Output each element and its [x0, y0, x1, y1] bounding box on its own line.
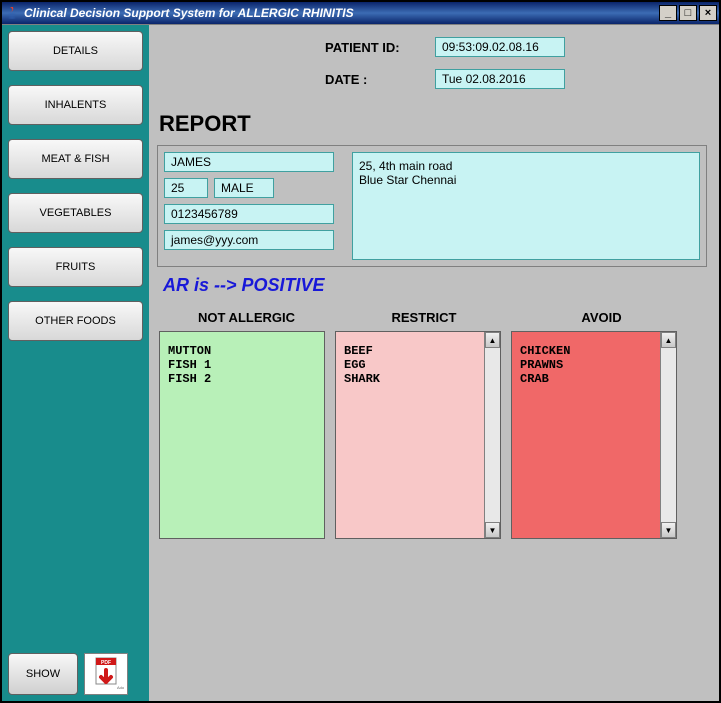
sidebar-button-details[interactable]: DETAILS — [8, 31, 143, 71]
svg-text:Adobe: Adobe — [117, 685, 124, 690]
gender-field[interactable]: MALE — [214, 178, 274, 198]
scroll-up-icon[interactable]: ▲ — [485, 332, 500, 348]
svg-text:PDF: PDF — [101, 660, 111, 666]
window-controls: _ □ × — [659, 5, 717, 21]
date-field[interactable]: Tue 02.08.2016 — [435, 69, 565, 89]
email-field[interactable]: james@yyy.com — [164, 230, 334, 250]
window-title: Clinical Decision Support System for ALL… — [24, 6, 659, 20]
not-allergic-list[interactable]: MUTTON FISH 1 FISH 2 — [159, 331, 325, 539]
minimize-button[interactable]: _ — [659, 5, 677, 21]
sidebar: DETAILS INHALENTS MEAT & FISH VEGETABLES… — [2, 25, 149, 701]
date-row: DATE : Tue 02.08.2016 — [325, 69, 713, 89]
sidebar-button-fruits[interactable]: FRUITS — [8, 247, 143, 287]
close-button[interactable]: × — [699, 5, 717, 21]
patient-id-field[interactable]: 09:53:09.02.08.16 — [435, 37, 565, 57]
header-not-allergic: NOT ALLERGIC — [159, 310, 334, 325]
pdf-icon: PDF Adobe — [88, 656, 124, 692]
report-title: REPORT — [159, 111, 713, 137]
header-restrict: RESTRICT — [334, 310, 514, 325]
not-allergic-items: MUTTON FISH 1 FISH 2 — [160, 332, 324, 538]
pdf-export-button[interactable]: PDF Adobe — [84, 653, 128, 695]
java-icon — [4, 5, 20, 21]
show-button[interactable]: SHOW — [8, 653, 78, 695]
patient-fields: JAMES 25 MALE 0123456789 james@yyy.com — [164, 152, 344, 260]
scroll-up-icon[interactable]: ▲ — [661, 332, 676, 348]
restrict-list[interactable]: BEEF EGG SHARK ▲ ▼ — [335, 331, 501, 539]
restrict-scrollbar[interactable]: ▲ ▼ — [484, 332, 500, 538]
sidebar-button-vegetables[interactable]: VEGETABLES — [8, 193, 143, 233]
category-lists: MUTTON FISH 1 FISH 2 BEEF EGG SHARK ▲ ▼ … — [159, 331, 713, 539]
avoid-scrollbar[interactable]: ▲ ▼ — [660, 332, 676, 538]
date-label: DATE : — [325, 72, 435, 87]
sidebar-button-other-foods[interactable]: OTHER FOODS — [8, 301, 143, 341]
patient-id-label: PATIENT ID: — [325, 40, 435, 55]
scroll-track[interactable] — [485, 348, 500, 522]
phone-field[interactable]: 0123456789 — [164, 204, 334, 224]
name-field[interactable]: JAMES — [164, 152, 334, 172]
sidebar-button-inhalents[interactable]: INHALENTS — [8, 85, 143, 125]
maximize-button[interactable]: □ — [679, 5, 697, 21]
sidebar-button-meat-fish[interactable]: MEAT & FISH — [8, 139, 143, 179]
age-field[interactable]: 25 — [164, 178, 208, 198]
scroll-track[interactable] — [661, 348, 676, 522]
scroll-down-icon[interactable]: ▼ — [661, 522, 676, 538]
restrict-items: BEEF EGG SHARK — [336, 332, 484, 538]
avoid-items: CHICKEN PRAWNS CRAB — [512, 332, 660, 538]
bottom-toolbar: SHOW PDF Adobe — [8, 653, 128, 695]
scroll-down-icon[interactable]: ▼ — [485, 522, 500, 538]
avoid-list[interactable]: CHICKEN PRAWNS CRAB ▲ ▼ — [511, 331, 677, 539]
main-panel: PATIENT ID: 09:53:09.02.08.16 DATE : Tue… — [149, 25, 719, 701]
patient-id-row: PATIENT ID: 09:53:09.02.08.16 — [325, 37, 713, 57]
header-avoid: AVOID — [514, 310, 689, 325]
app-window: Clinical Decision Support System for ALL… — [0, 0, 721, 703]
address-field[interactable]: 25, 4th main road Blue Star Chennai — [352, 152, 700, 260]
titlebar: Clinical Decision Support System for ALL… — [2, 2, 719, 24]
ar-status: AR is --> POSITIVE — [163, 275, 713, 296]
category-headers: NOT ALLERGIC RESTRICT AVOID — [159, 310, 713, 325]
content-area: DETAILS INHALENTS MEAT & FISH VEGETABLES… — [2, 24, 719, 701]
patient-info-panel: JAMES 25 MALE 0123456789 james@yyy.com 2… — [157, 145, 707, 267]
